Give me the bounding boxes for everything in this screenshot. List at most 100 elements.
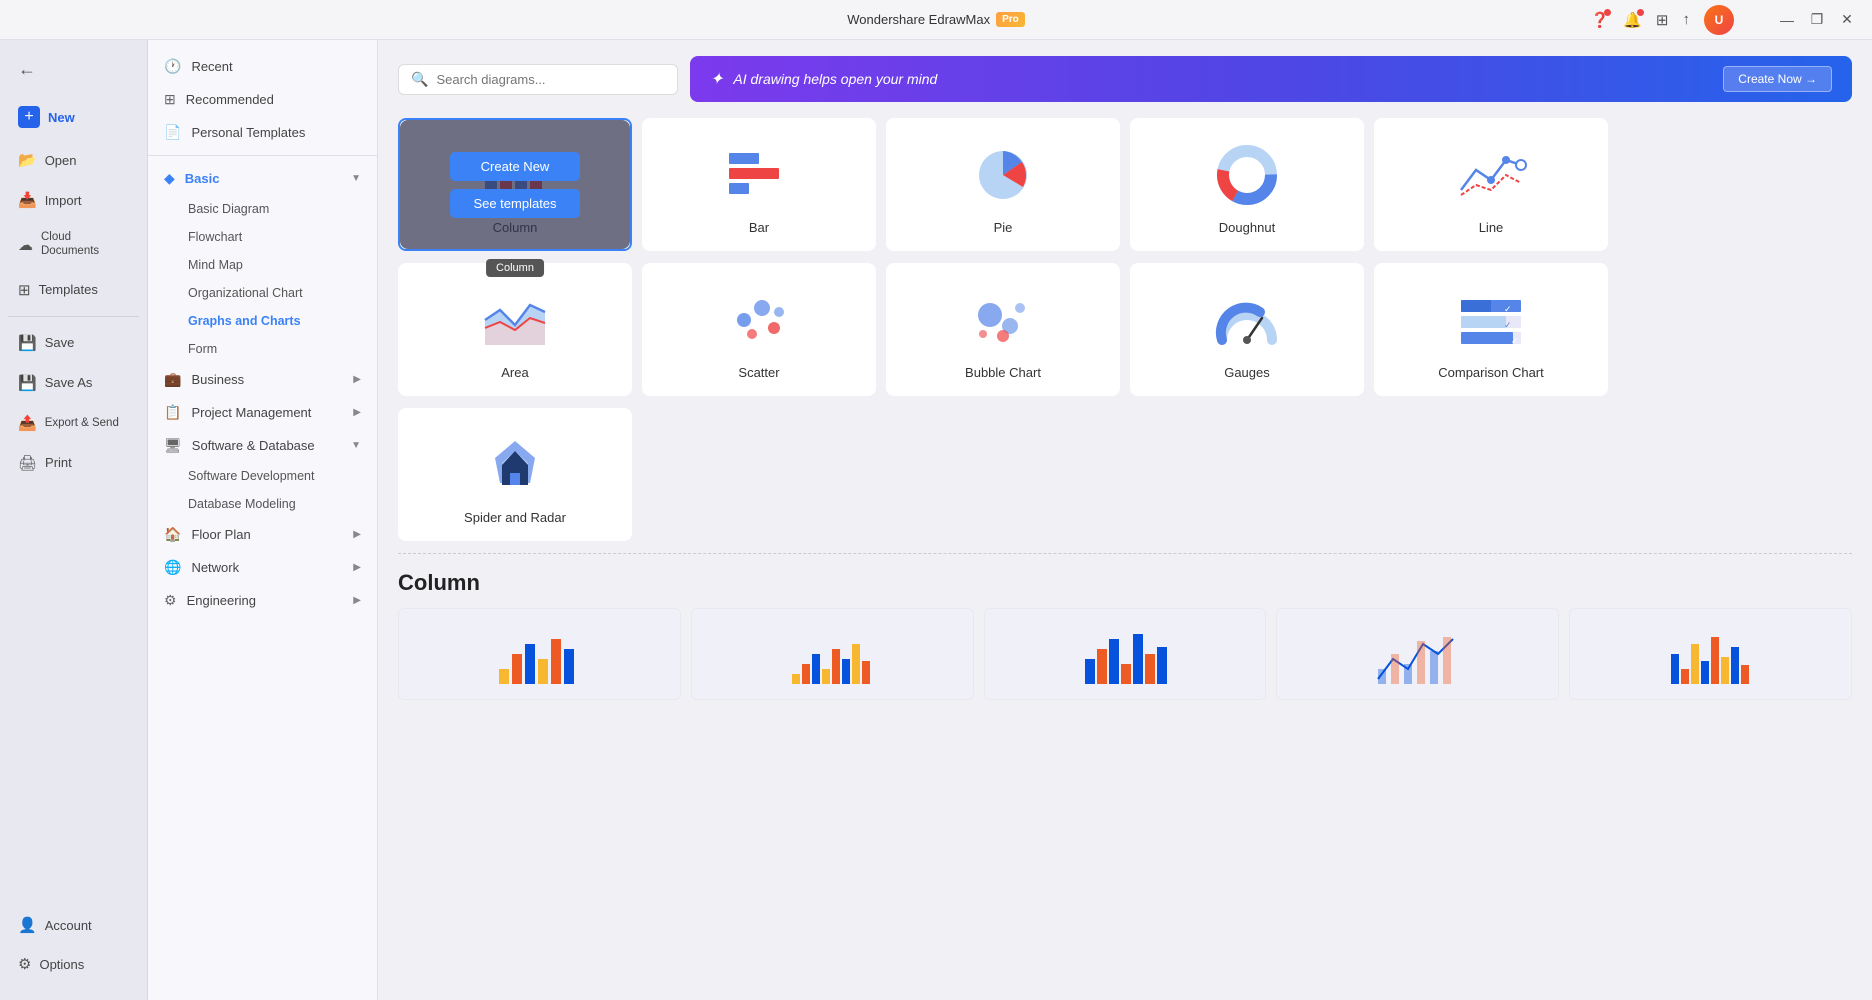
- chart-card-gauges[interactable]: Gauges: [1130, 263, 1364, 396]
- chart-card-comparison[interactable]: ✓ ✓ ✓ Comparison Chart: [1374, 263, 1608, 396]
- template-card-2[interactable]: [691, 608, 974, 700]
- nav-item-software[interactable]: 🖥 Software & Database ▼: [148, 429, 377, 462]
- nav-sub-org-chart[interactable]: Organizational Chart: [148, 279, 377, 307]
- search-box[interactable]: 🔍: [398, 64, 678, 95]
- template-thumb-2: [692, 609, 973, 699]
- chart-card-bar[interactable]: Bar: [642, 118, 876, 251]
- spider-chart-icon: [475, 430, 555, 500]
- nav-sub-db-modeling[interactable]: Database Modeling: [148, 490, 377, 518]
- apps-icon[interactable]: ⊞: [1656, 11, 1669, 29]
- network-icon: 🌐: [164, 559, 181, 576]
- sidebar-item-print[interactable]: 🖨 Print: [4, 444, 143, 482]
- scatter-chart-icon: [719, 285, 799, 355]
- basic-icon: ◆: [164, 170, 175, 187]
- bar-chart-icon: [719, 140, 799, 210]
- template-grid: [398, 608, 1852, 700]
- notification-icon[interactable]: 🔔: [1623, 11, 1642, 29]
- line-label: Line: [1479, 220, 1504, 235]
- sidebar-item-options[interactable]: ⚙ Options: [4, 945, 143, 983]
- scatter-label: Scatter: [738, 365, 779, 380]
- nav-item-personal[interactable]: 📄 Personal Templates: [148, 116, 377, 149]
- template-card-4[interactable]: [1276, 608, 1559, 700]
- import-icon: 📥: [18, 191, 37, 209]
- nav-item-floor-plan[interactable]: 🏠 Floor Plan ▶: [148, 518, 377, 551]
- maximize-button[interactable]: ❐: [1808, 11, 1826, 29]
- column-card-overlay: Create New See templates: [400, 120, 630, 249]
- export-icon: 📤: [18, 414, 37, 432]
- close-button[interactable]: ✕: [1838, 11, 1856, 29]
- project-chevron: ▶: [353, 407, 361, 418]
- chart-card-doughnut[interactable]: Doughnut: [1130, 118, 1364, 251]
- create-new-button[interactable]: Create New: [450, 152, 580, 181]
- nav-item-project[interactable]: 📋 Project Management ▶: [148, 396, 377, 429]
- sidebar-item-open[interactable]: 📂 Open: [4, 141, 143, 179]
- nav-sub-flowchart[interactable]: Flowchart: [148, 223, 377, 251]
- chart-card-line[interactable]: Line: [1374, 118, 1608, 251]
- nav-item-recommended[interactable]: ⊞ Recommended: [148, 83, 377, 116]
- search-icon: 🔍: [411, 71, 428, 88]
- sidebar-item-save-as[interactable]: 💾 Save As: [4, 364, 143, 402]
- nav-item-network[interactable]: 🌐 Network ▶: [148, 551, 377, 584]
- area-chart-icon: [475, 285, 555, 355]
- chart-card-area[interactable]: Area: [398, 263, 632, 396]
- doughnut-label: Doughnut: [1219, 220, 1275, 235]
- gauges-chart-icon: [1207, 285, 1287, 355]
- template-card-5[interactable]: [1569, 608, 1852, 700]
- share-icon[interactable]: ↑: [1683, 11, 1691, 28]
- sidebar-item-import[interactable]: 📥 Import: [4, 181, 143, 219]
- template-thumb-1: [399, 609, 680, 699]
- nav-sub-mind-map[interactable]: Mind Map: [148, 251, 377, 279]
- svg-text:✓: ✓: [1504, 320, 1512, 330]
- cloud-icon: ☁: [18, 236, 33, 254]
- nav-sub-graphs[interactable]: Graphs and Charts: [148, 307, 377, 335]
- nav-item-basic[interactable]: ◆ Basic ▼: [148, 162, 377, 195]
- chart-card-column[interactable]: Column Create New See templates Column: [398, 118, 632, 251]
- template-card-3[interactable]: [984, 608, 1267, 700]
- sidebar-item-save[interactable]: 💾 Save: [4, 324, 143, 362]
- section-title: Column: [398, 570, 1852, 596]
- nav-sub-form[interactable]: Form: [148, 335, 377, 363]
- window-controls: ❓ 🔔 ⊞ ↑ U — ❐ ✕: [1591, 5, 1856, 35]
- chart-card-bubble[interactable]: Bubble Chart: [886, 263, 1120, 396]
- see-templates-button[interactable]: See templates: [450, 189, 580, 218]
- ai-create-now-button[interactable]: Create Now →: [1723, 66, 1832, 92]
- chart-card-pie[interactable]: Pie: [886, 118, 1120, 251]
- main-content: 🔍 ✦ AI drawing helps open your mind Crea…: [378, 40, 1872, 1000]
- ai-icon: ✦: [710, 69, 723, 89]
- new-button[interactable]: + New: [4, 96, 143, 138]
- back-button[interactable]: ←: [4, 49, 143, 90]
- nav-item-recent[interactable]: 🕐 Recent: [148, 50, 377, 83]
- options-icon: ⚙: [18, 955, 31, 973]
- titlebar: Wondershare EdrawMax Pro ❓ 🔔 ⊞ ↑ U — ❐ ✕: [0, 0, 1872, 40]
- nav-sub-basic-diagram[interactable]: Basic Diagram: [148, 195, 377, 223]
- bubble-chart-icon: [963, 285, 1043, 355]
- user-avatar[interactable]: U: [1704, 5, 1734, 35]
- sidebar-item-cloud[interactable]: ☁ Cloud Documents: [4, 221, 143, 269]
- app-title: Wondershare EdrawMax Pro: [847, 12, 1025, 27]
- chart-card-spider[interactable]: Spider and Radar: [398, 408, 632, 541]
- area-label: Area: [501, 365, 528, 380]
- sidebar-item-export[interactable]: 📤 Export & Send: [4, 404, 143, 442]
- nav-item-engineering[interactable]: ⚙ Engineering ▶: [148, 584, 377, 617]
- help-icon[interactable]: ❓: [1591, 11, 1610, 29]
- floor-plan-icon: 🏠: [164, 526, 181, 543]
- recommended-icon: ⊞: [164, 91, 176, 108]
- nav-sidebar: 🕐 Recent ⊞ Recommended 📄 Personal Templa…: [148, 40, 378, 1000]
- nav-sub-software-dev[interactable]: Software Development: [148, 462, 377, 490]
- floor-plan-chevron: ▶: [353, 529, 361, 540]
- topbar: 🔍 ✦ AI drawing helps open your mind Crea…: [398, 56, 1852, 102]
- search-input[interactable]: [436, 72, 665, 87]
- sidebar-item-templates[interactable]: ⊞ Templates: [4, 271, 143, 309]
- bar-label: Bar: [749, 220, 769, 235]
- chart-card-scatter[interactable]: Scatter: [642, 263, 876, 396]
- template-card-1[interactable]: [398, 608, 681, 700]
- column-tooltip: Column: [486, 259, 544, 277]
- minimize-button[interactable]: —: [1778, 11, 1796, 29]
- line-chart-icon: [1451, 140, 1531, 210]
- svg-text:✓: ✓: [1504, 304, 1512, 314]
- gauges-label: Gauges: [1224, 365, 1270, 380]
- recent-icon: 🕐: [164, 58, 181, 75]
- sidebar-item-account[interactable]: 👤 Account: [4, 906, 143, 944]
- nav-item-business[interactable]: 💼 Business ▶: [148, 363, 377, 396]
- templates-icon: ⊞: [18, 281, 31, 299]
